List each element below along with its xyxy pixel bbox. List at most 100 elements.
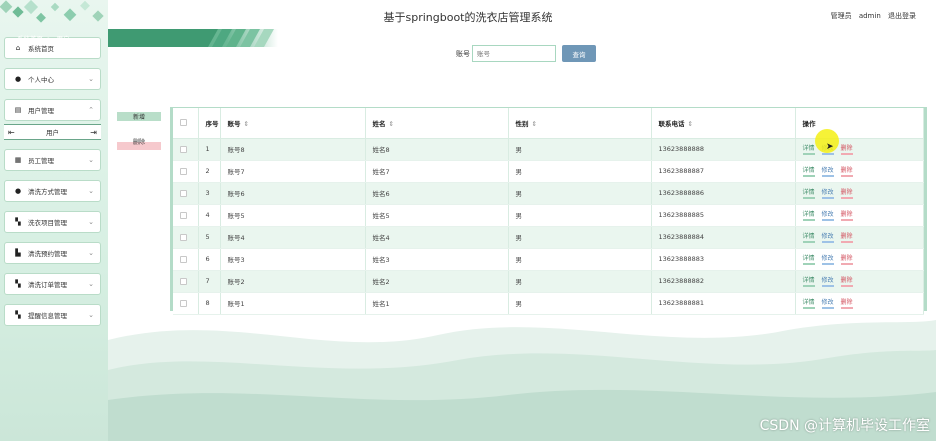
home-icon: ⌂ [15, 44, 21, 52]
row-select-cell[interactable] [173, 248, 199, 271]
cell-name: 姓名2 [365, 270, 509, 293]
table-row: 1账号8姓名8男13623888888详情修改删除 [173, 138, 924, 161]
search-input[interactable] [472, 45, 556, 62]
breadcrumb-current: 用户 [56, 35, 70, 43]
row-checkbox[interactable] [180, 167, 187, 175]
edit-link[interactable]: 修改 [821, 165, 834, 177]
delete-link[interactable]: 删除 [840, 275, 853, 287]
edit-link[interactable]: 修改 [821, 297, 834, 309]
sidebar-item-label: 清洗订单管理 [28, 281, 67, 289]
sidebar-item-label: 提醒信息管理 [28, 312, 67, 320]
cell-index: 5 [198, 226, 221, 249]
grid-icon: ▚ [15, 311, 21, 319]
col-header-phone[interactable]: 联系电话 ⇕ [651, 108, 796, 139]
edit-link[interactable]: 修改 [821, 253, 834, 265]
detail-link[interactable]: 详情 [802, 297, 815, 309]
col-header-gender[interactable]: 性别 ⇕ [508, 108, 652, 139]
sidebar-item-wash-method-mgmt[interactable]: ● 清洗方式管理 ⌄ [4, 180, 101, 202]
cell-ops: 详情修改删除 [795, 204, 924, 227]
logout-link[interactable]: 退出登录 [888, 12, 916, 20]
col-header-label: 账号 [227, 119, 241, 128]
sort-icon[interactable]: ⇕ [688, 120, 693, 128]
delete-link[interactable]: 删除 [840, 231, 853, 243]
row-checkbox[interactable] [180, 277, 187, 285]
row-select-cell[interactable] [173, 204, 199, 227]
cell-phone: 13623888882 [651, 270, 796, 293]
sidebar-item-user-mgmt[interactable]: ▤ 用户管理 ⌃ [4, 99, 101, 121]
row-checkbox[interactable] [180, 211, 187, 219]
row-checkbox[interactable] [180, 145, 187, 153]
chevron-up-icon: ⌃ [88, 106, 94, 114]
detail-link[interactable]: 详情 [802, 253, 815, 265]
delete-link[interactable]: 删除 [840, 209, 853, 221]
cell-phone: 13623888887 [651, 160, 796, 183]
row-select-cell[interactable] [173, 292, 199, 315]
grid-icon: ▚ [15, 218, 21, 226]
cell-account: 账号6 [220, 182, 366, 205]
sort-icon[interactable]: ⇕ [389, 120, 394, 128]
person-icon: ● [14, 187, 22, 195]
table-row: 3 账号6 姓名6 男 13623888886 详情 修改 删除 [173, 182, 924, 205]
row-select-cell[interactable] [173, 226, 199, 249]
sidebar-subitem-users[interactable]: ⇤ 用户 ⇥ [4, 124, 101, 140]
row-checkbox[interactable] [180, 299, 187, 307]
sidebar-item-profile[interactable]: ● 个人中心 ⌄ [4, 68, 101, 90]
col-header-name[interactable]: 姓名 ⇕ [365, 108, 509, 139]
sidebar-item-order-mgmt[interactable]: ▚ 清洗订单管理 ⌄ [4, 273, 101, 295]
delete-link[interactable]: 删除 [840, 187, 853, 199]
cell-phone: 13623888885 [651, 204, 796, 227]
detail-link[interactable]: 详情 [802, 231, 815, 243]
search-button[interactable]: 查询 [562, 45, 596, 62]
sidebar-subitem-label: 用户 [46, 129, 59, 137]
sort-icon[interactable]: ⇕ [244, 120, 249, 128]
delete-link[interactable]: 删除 [840, 165, 853, 177]
detail-link[interactable]: 详情 [802, 209, 815, 221]
col-header-account[interactable]: 账号 ⇕ [220, 108, 366, 139]
col-header-ops: 操作 [795, 108, 924, 139]
select-all-checkbox[interactable] [180, 119, 187, 127]
cell-index: 8 [198, 292, 221, 315]
detail-link[interactable]: 详情 [802, 165, 815, 177]
edit-link[interactable]: 修改 [821, 231, 834, 243]
delete-link[interactable]: 删除 [840, 143, 853, 155]
row-select-cell[interactable] [173, 160, 199, 183]
cell-index: 7 [198, 270, 221, 293]
sidebar-item-appointment-mgmt[interactable]: ▙ 清洗预约管理 ⌄ [4, 242, 101, 264]
row-checkbox[interactable] [180, 233, 187, 241]
delete-link[interactable]: 删除 [840, 297, 853, 309]
edit-link[interactable]: 修改 [821, 187, 834, 199]
row-select-cell[interactable] [173, 270, 199, 293]
arrow-left-icon: ⇤ [8, 128, 15, 137]
row-checkbox[interactable] [180, 255, 187, 263]
row-checkbox[interactable] [180, 189, 187, 197]
delete-button[interactable]: 删除 [117, 137, 161, 150]
cell-ops: 详情修改删除 [795, 248, 924, 271]
user-role: 管理员 [830, 12, 852, 20]
row-select-cell[interactable] [173, 182, 199, 205]
cell-ops: 详情修改删除 [795, 160, 924, 183]
select-all-header[interactable] [173, 108, 199, 139]
edit-link[interactable]: 修改 [821, 209, 834, 221]
edit-link[interactable]: 修改 [821, 275, 834, 287]
cell-name: 姓名3 [365, 248, 509, 271]
cell-account: 账号2 [220, 270, 366, 293]
calendar-icon: ▦ [14, 156, 22, 164]
sidebar-item-laundry-item-mgmt[interactable]: ▚ 洗衣项目管理 ⌄ [4, 211, 101, 233]
sort-icon[interactable]: ⇕ [532, 120, 537, 128]
sidebar-item-staff-mgmt[interactable]: ▦ 员工管理 ⌄ [4, 149, 101, 171]
table-row: 5 账号4 姓名4 男 13623888884 详情 修改 删除 [173, 226, 924, 249]
delete-link[interactable]: 删除 [840, 253, 853, 265]
sidebar-item-label: 系统首页 [28, 45, 54, 53]
cell-index: 1 [198, 138, 221, 161]
cell-ops: 详情修改删除 [795, 292, 924, 315]
breadcrumb-separator: > [47, 35, 53, 43]
detail-link[interactable]: 详情 [802, 187, 815, 199]
detail-link[interactable]: 详情 [802, 143, 815, 155]
detail-link[interactable]: 详情 [802, 275, 815, 287]
cell-phone: 13623888886 [651, 182, 796, 205]
add-button[interactable]: 新增 [117, 112, 161, 121]
breadcrumb-home[interactable]: 系统首页 [17, 35, 43, 43]
row-select-cell[interactable] [173, 138, 199, 161]
doc-icon: ▤ [14, 106, 22, 114]
sidebar-item-reminder-mgmt[interactable]: ▚ 提醒信息管理 ⌄ [4, 304, 101, 326]
